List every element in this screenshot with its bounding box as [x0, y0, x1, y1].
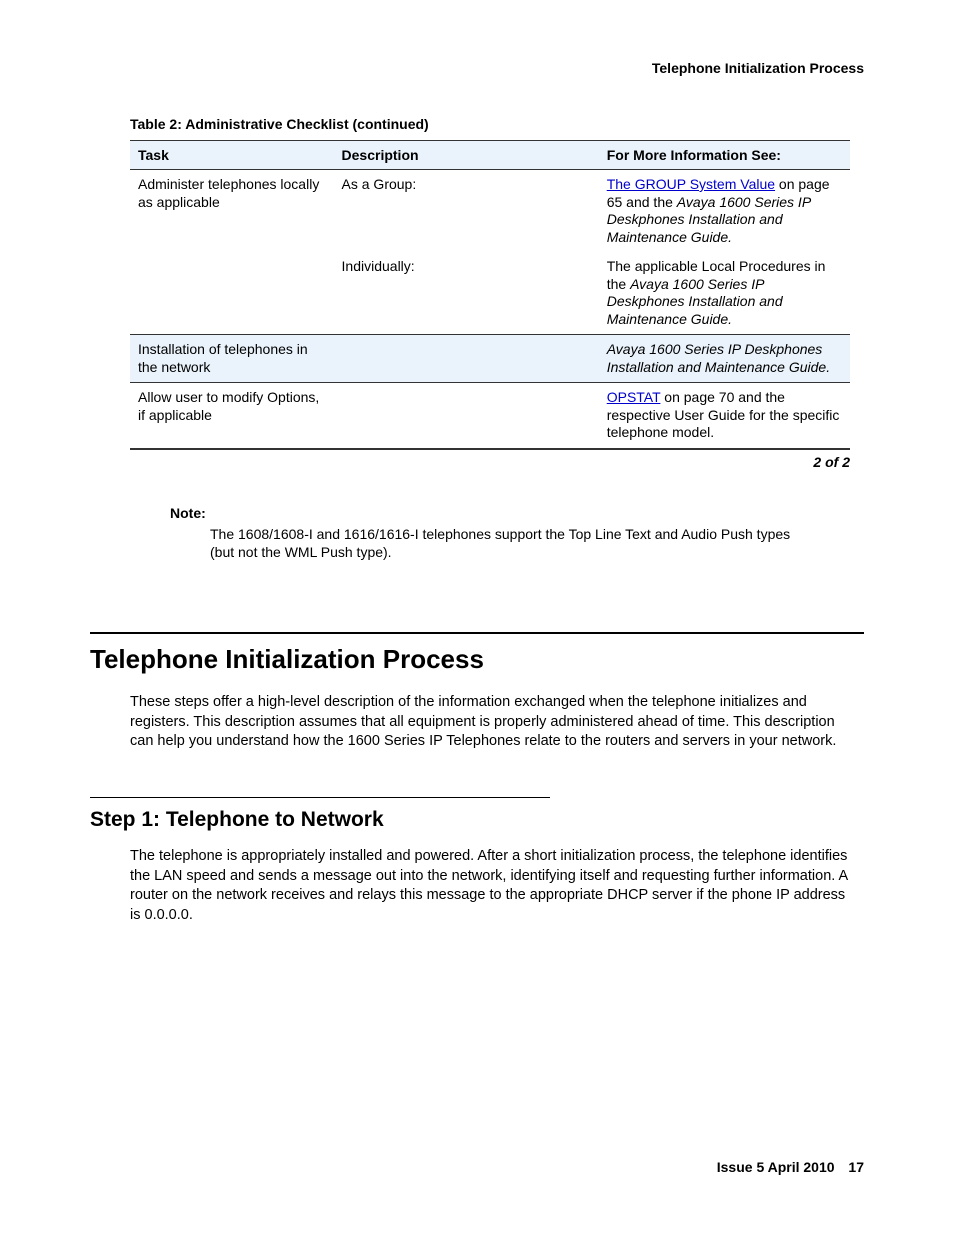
subsection-body: The telephone is appropriately installed… — [130, 847, 850, 925]
table-row: Individually: The applicable Local Proce… — [130, 252, 850, 335]
cell-task: Installation of telephones in the networ… — [130, 335, 334, 383]
cell-info: OPSTAT on page 70 and the respective Use… — [599, 383, 850, 449]
link-opstat[interactable]: OPSTAT — [607, 389, 661, 405]
note-body: The 1608/1608-I and 1616/1616-I telephon… — [210, 525, 810, 563]
cell-desc: As a Group: — [334, 170, 599, 253]
table-header-description: Description — [334, 141, 599, 170]
checklist-table: Task Description For More Information Se… — [130, 140, 850, 449]
table-header-task: Task — [130, 141, 334, 170]
doc-title: Avaya 1600 Series IP Deskphones Installa… — [607, 276, 783, 327]
cell-task: Allow user to modify Options, if applica… — [130, 383, 334, 449]
cell-desc — [334, 335, 599, 383]
cell-task: Administer telephones locally as applica… — [130, 170, 334, 253]
footer-page-number: 17 — [848, 1159, 864, 1175]
section-body: These steps offer a high-level descripti… — [130, 693, 850, 752]
running-header: Telephone Initialization Process — [90, 60, 864, 76]
note-block: Note: The 1608/1608-I and 1616/1616-I te… — [170, 505, 810, 563]
cell-info: The applicable Local Procedures in the A… — [599, 252, 850, 335]
subsection-rule — [90, 797, 550, 798]
section-rule — [90, 632, 864, 634]
table-header-info: For More Information See: — [599, 141, 850, 170]
table-row: Allow user to modify Options, if applica… — [130, 383, 850, 449]
cell-desc: Individually: — [334, 252, 599, 335]
doc-title: Avaya 1600 Series IP Deskphones Installa… — [607, 341, 830, 375]
table-row: Installation of telephones in the networ… — [130, 335, 850, 383]
cell-task — [130, 252, 334, 335]
section-title: Telephone Initialization Process — [90, 644, 864, 675]
cell-info: The GROUP System Value on page 65 and th… — [599, 170, 850, 253]
table-pager: 2 of 2 — [130, 449, 850, 470]
cell-info: Avaya 1600 Series IP Deskphones Installa… — [599, 335, 850, 383]
table-row: Administer telephones locally as applica… — [130, 170, 850, 253]
footer-issue: Issue 5 April 2010 — [717, 1159, 835, 1175]
page-footer: Issue 5 April 2010 17 — [717, 1159, 864, 1175]
subsection-title: Step 1: Telephone to Network — [90, 808, 864, 832]
note-label: Note: — [170, 505, 810, 521]
cell-desc — [334, 383, 599, 449]
link-group-system-value[interactable]: The GROUP System Value — [607, 176, 775, 192]
table-caption: Table 2: Administrative Checklist (conti… — [130, 116, 864, 132]
